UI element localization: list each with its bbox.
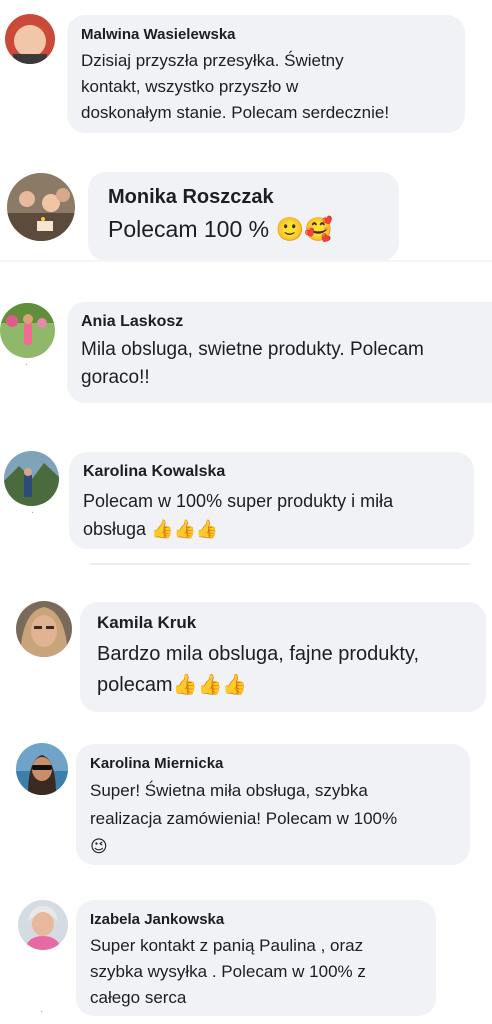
avatar-image	[4, 451, 59, 506]
review-item: Izabela Jankowska Super kontakt z panią …	[0, 892, 492, 1024]
review-text: Dzisiaj przyszła przesyłka. Świetny kont…	[81, 51, 390, 122]
avatar[interactable]	[16, 743, 68, 795]
emoji: 🙂🥰	[275, 217, 333, 243]
avatar[interactable]	[4, 451, 59, 506]
review-item: Karolina Kowalska Polecam w 100% super p…	[0, 445, 492, 570]
review-item: Kamila Kruk Bardzo mila obsluga, fajne p…	[0, 595, 492, 725]
review-text: Super kontakt z panią Paulina , oraz szy…	[90, 936, 366, 1007]
review-item: Ania Laskosz Mila obsluga, swietne produ…	[0, 295, 492, 410]
review-text: Mila obsluga, swietne produkty. Polecam …	[81, 339, 424, 388]
avatar[interactable]	[16, 601, 72, 657]
comment-bubble: Malwina Wasielewska Dzisiaj przyszła prz…	[67, 15, 465, 133]
review-item: Karolina Miernicka Super! Świetna miła o…	[0, 735, 492, 880]
avatar-image	[16, 601, 72, 657]
avatar[interactable]	[0, 303, 55, 358]
emoji: 😉	[90, 837, 108, 857]
comment-bubble: Karolina Miernicka Super! Świetna miła o…	[76, 744, 470, 865]
review-text: Super! Świetna miła obsługa, szybka real…	[90, 781, 398, 857]
reviewer-name[interactable]: Karolina Kowalska	[83, 463, 460, 481]
avatar-image	[7, 173, 75, 241]
avatar-image	[0, 303, 55, 358]
thread-line: ·	[31, 507, 35, 518]
avatar[interactable]	[5, 14, 55, 64]
comment-bubble: Kamila Kruk Bardzo mila obsluga, fajne p…	[80, 602, 486, 712]
reviewer-name[interactable]: Kamila Kruk	[97, 613, 469, 633]
review-text: Bardzo mila obsluga, fajne produkty, pol…	[97, 643, 420, 696]
avatar-image	[18, 900, 68, 950]
avatar[interactable]	[7, 173, 75, 241]
reviewer-name[interactable]: Izabela Jankowska	[90, 911, 422, 928]
thread-line: ·	[25, 359, 29, 370]
avatar-image	[5, 14, 55, 64]
reviewer-name[interactable]: Ania Laskosz	[81, 313, 478, 331]
reviewer-name[interactable]: Monika Roszczak	[108, 186, 379, 209]
reviewer-name[interactable]: Malwina Wasielewska	[81, 26, 451, 43]
avatar[interactable]	[18, 900, 68, 950]
comment-bubble: Izabela Jankowska Super kontakt z panią …	[76, 900, 436, 1016]
emoji: 👍👍👍	[151, 519, 219, 540]
reviewer-name[interactable]: Karolina Miernicka	[90, 755, 456, 772]
review-text: Polecam w 100% super produkty i miła obs…	[83, 491, 394, 540]
review-text: Polecam 100 % 🙂🥰	[108, 216, 333, 243]
avatar-image	[16, 743, 68, 795]
emoji: 👍👍👍	[172, 672, 248, 696]
comment-bubble: Ania Laskosz Mila obsluga, swietne produ…	[67, 302, 492, 403]
divider	[90, 563, 470, 565]
comment-bubble: Karolina Kowalska Polecam w 100% super p…	[69, 452, 474, 549]
comment-bubble: Monika Roszczak Polecam 100 % 🙂🥰	[88, 172, 399, 261]
thread-line: ·	[40, 1006, 44, 1017]
divider	[0, 260, 492, 262]
review-item: Malwina Wasielewska Dzisiaj przyszła prz…	[0, 0, 492, 150]
review-item: Monika Roszczak Polecam 100 % 🙂🥰	[0, 160, 492, 270]
